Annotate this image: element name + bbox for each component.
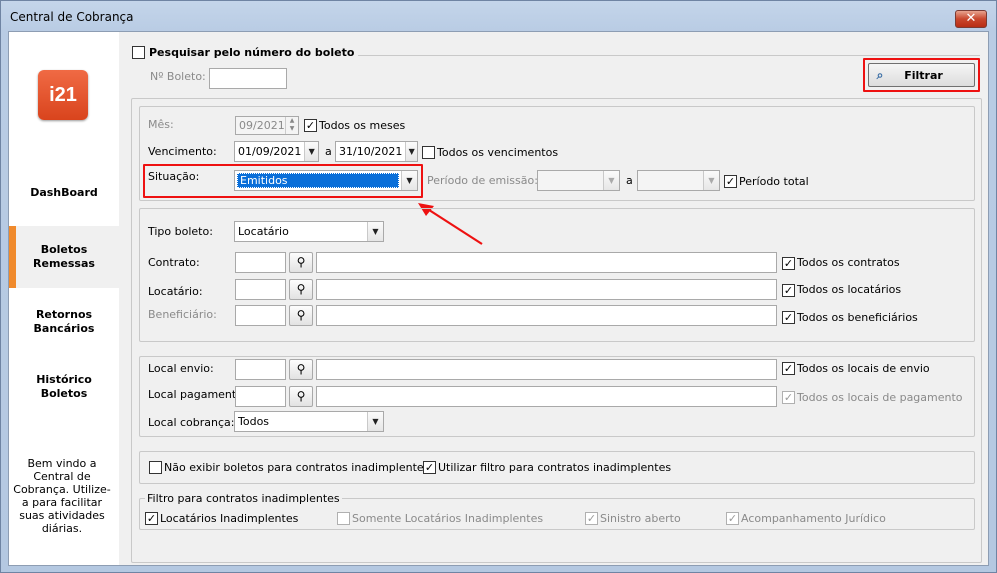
- app-logo: i21: [38, 70, 88, 120]
- close-button[interactable]: ✕: [955, 10, 987, 28]
- search-by-number-label: Pesquisar pelo número do boleto: [149, 45, 355, 59]
- window-title: Central de Cobrança: [10, 10, 134, 24]
- sidebar-item-historico-boletos[interactable]: Histórico Boletos: [9, 373, 119, 401]
- welcome-text: Bem vindo a Central de Cobrança. Utilize…: [13, 457, 111, 535]
- payment-location-name-input[interactable]: [316, 386, 777, 407]
- payment-location-search-icon[interactable]: ⚲: [289, 386, 313, 407]
- beneficiary-code-input[interactable]: [235, 305, 286, 326]
- all-months-label: Todos os meses: [319, 119, 406, 132]
- due-date-separator: a: [325, 145, 332, 158]
- hide-defaulters-label: Não exibir boletos para contratos inadim…: [164, 461, 430, 474]
- contract-name-input[interactable]: [316, 252, 777, 273]
- month-label: Mês:: [148, 118, 174, 131]
- only-defaulting-tenants-checkbox[interactable]: [337, 512, 350, 525]
- defaulting-tenants-checkbox[interactable]: ✓: [145, 512, 158, 525]
- all-beneficiaries-label: Todos os beneficiários: [797, 311, 918, 324]
- open-claim-label: Sinistro aberto: [600, 512, 681, 525]
- search-group-header: Pesquisar pelo número do boleto: [132, 45, 359, 59]
- boleto-type-value: Locatário: [238, 225, 289, 238]
- chevron-down-icon[interactable]: ▼: [367, 412, 383, 431]
- tenant-code-input[interactable]: [235, 279, 286, 300]
- sidebar-item-boletos-remessas[interactable]: Boletos Remessas: [9, 243, 119, 271]
- emission-separator: a: [626, 174, 633, 187]
- all-due-dates-checkbox[interactable]: [422, 146, 435, 159]
- send-location-name-input[interactable]: [316, 359, 777, 380]
- defaulting-tenants-label: Locatários Inadimplentes: [160, 512, 299, 525]
- due-date-to[interactable]: 31/10/2021 ▼: [335, 141, 418, 162]
- status-select[interactable]: Emitidos ▼: [234, 170, 418, 191]
- sidebar-item-dashboard[interactable]: DashBoard: [9, 186, 119, 200]
- send-location-search-icon[interactable]: ⚲: [289, 359, 313, 380]
- total-period-label: Período total: [739, 175, 809, 188]
- due-date-from[interactable]: 01/09/2021 ▼: [234, 141, 319, 162]
- due-date-label: Vencimento:: [148, 145, 217, 158]
- search-by-number-checkbox[interactable]: [132, 45, 145, 59]
- collection-location-select[interactable]: Todos ▼: [234, 411, 384, 432]
- all-send-locations-label: Todos os locais de envio: [797, 362, 930, 375]
- defaulters-filter-title: Filtro para contratos inadimplentes: [145, 492, 342, 505]
- chevron-down-icon[interactable]: ▼: [401, 171, 417, 190]
- chevron-down-icon[interactable]: ▼: [405, 142, 417, 161]
- boleto-number-input[interactable]: [209, 68, 287, 89]
- status-select-value: Emitidos: [237, 173, 399, 188]
- all-months-checkbox[interactable]: ✓: [304, 119, 317, 132]
- emission-from[interactable]: ▼: [537, 170, 620, 191]
- status-label: Situação:: [148, 170, 200, 183]
- all-contracts-checkbox[interactable]: ✓: [782, 257, 795, 270]
- use-defaulters-filter-checkbox[interactable]: ✓: [423, 461, 436, 474]
- boleto-type-label: Tipo boleto:: [148, 225, 213, 238]
- contract-code-input[interactable]: [235, 252, 286, 273]
- boleto-number-label: Nº Boleto:: [150, 70, 206, 83]
- all-beneficiaries-checkbox[interactable]: ✓: [782, 311, 795, 324]
- all-due-dates-label: Todos os vencimentos: [437, 146, 559, 159]
- collection-location-value: Todos: [238, 415, 270, 428]
- contract-search-icon[interactable]: ⚲: [289, 252, 313, 273]
- chevron-down-icon[interactable]: ▼: [367, 222, 383, 241]
- tenant-name-input[interactable]: [316, 279, 777, 300]
- chevron-down-icon[interactable]: ▼: [703, 171, 719, 190]
- boleto-type-select[interactable]: Locatário ▼: [234, 221, 384, 242]
- tenant-label: Locatário:: [148, 285, 203, 298]
- total-period-checkbox[interactable]: ✓: [724, 175, 737, 188]
- all-payment-locations-label: Todos os locais de pagamento: [797, 391, 963, 404]
- filter-icon: ⌕: [876, 67, 884, 82]
- all-tenants-checkbox[interactable]: ✓: [782, 284, 795, 297]
- collection-location-label: Local cobrança:: [148, 416, 235, 429]
- send-location-label: Local envio:: [148, 362, 214, 375]
- filter-button[interactable]: ⌕ Filtrar: [868, 63, 975, 87]
- due-date-from-value: 01/09/2021: [238, 145, 302, 158]
- all-send-locations-checkbox[interactable]: ✓: [782, 362, 795, 375]
- emission-period-label: Período de emissão:: [427, 174, 538, 187]
- beneficiary-search-icon[interactable]: ⚲: [289, 305, 313, 326]
- filter-label: Filtrar: [904, 68, 943, 82]
- sidebar-item-retornos-bancarios[interactable]: Retornos Bancários: [9, 308, 119, 336]
- chevron-down-icon[interactable]: ▼: [603, 171, 619, 190]
- beneficiary-label: Beneficiário:: [148, 308, 217, 321]
- month-spinner-icon[interactable]: ▲ ▼: [285, 117, 298, 134]
- only-defaulting-tenants-label: Somente Locatários Inadimplentes: [352, 512, 544, 525]
- send-location-code-input[interactable]: [235, 359, 286, 380]
- emission-to[interactable]: ▼: [637, 170, 720, 191]
- tenant-search-icon[interactable]: ⚲: [289, 279, 313, 300]
- hide-defaulters-checkbox[interactable]: [149, 461, 162, 474]
- due-date-to-value: 31/10/2021: [339, 145, 403, 158]
- beneficiary-name-input[interactable]: [316, 305, 777, 326]
- all-tenants-label: Todos os locatários: [797, 283, 902, 296]
- open-claim-checkbox[interactable]: ✓: [585, 512, 598, 525]
- payment-location-code-input[interactable]: [235, 386, 286, 407]
- contract-label: Contrato:: [148, 256, 200, 269]
- legal-followup-label: Acompanhamento Jurídico: [741, 512, 886, 525]
- legal-followup-checkbox[interactable]: ✓: [726, 512, 739, 525]
- all-payment-locations-checkbox[interactable]: ✓: [782, 391, 795, 404]
- use-defaulters-filter-label: Utilizar filtro para contratos inadimple…: [438, 461, 672, 474]
- payment-location-label: Local pagamento: [148, 388, 243, 401]
- all-contracts-label: Todos os contratos: [797, 256, 900, 269]
- chevron-down-icon[interactable]: ▼: [304, 142, 318, 161]
